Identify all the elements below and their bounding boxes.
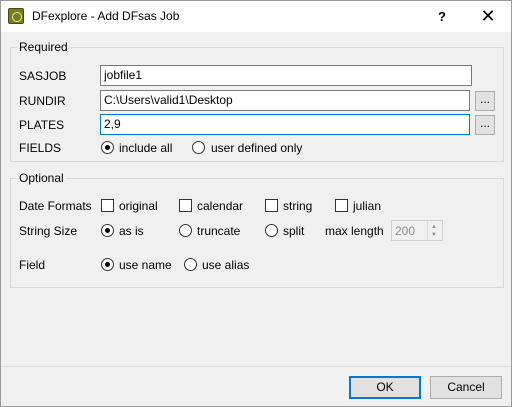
fields-label: FIELDS bbox=[19, 141, 62, 155]
date-julian-label[interactable]: julian bbox=[353, 199, 381, 213]
sasjob-input[interactable]: jobfile1 bbox=[100, 65, 472, 86]
fields-user-defined-label[interactable]: user defined only bbox=[211, 141, 302, 155]
field-label: Field bbox=[19, 258, 46, 272]
field-use-name-radio[interactable] bbox=[101, 258, 114, 271]
rundir-browse-button[interactable]: ... bbox=[475, 91, 495, 111]
fields-include-all-label[interactable]: include all bbox=[119, 141, 172, 155]
required-legend: Required bbox=[19, 40, 68, 54]
date-calendar-checkbox[interactable] bbox=[179, 199, 192, 212]
field-use-alias-radio[interactable] bbox=[184, 258, 197, 271]
cancel-button[interactable]: Cancel bbox=[430, 376, 502, 399]
close-button[interactable]: ✕ bbox=[465, 1, 511, 32]
date-string-label[interactable]: string bbox=[283, 199, 312, 213]
date-calendar-label[interactable]: calendar bbox=[197, 199, 243, 213]
field-use-name-label[interactable]: use name bbox=[119, 258, 172, 272]
string-as-is-radio[interactable] bbox=[101, 224, 114, 237]
window-title: DFexplore - Add DFsas Job bbox=[32, 9, 180, 23]
field-use-alias-label[interactable]: use alias bbox=[202, 258, 249, 272]
string-split-radio[interactable] bbox=[265, 224, 278, 237]
date-julian-checkbox[interactable] bbox=[335, 199, 348, 212]
ok-button[interactable]: OK bbox=[349, 376, 421, 399]
add-dfsas-job-dialog: DFexplore - Add DFsas Job ? ✕ Required S… bbox=[0, 0, 512, 407]
spin-down-icon[interactable]: ▼ bbox=[431, 232, 437, 238]
string-truncate-radio[interactable] bbox=[179, 224, 192, 237]
rundir-input[interactable]: C:\Users\valid1\Desktop bbox=[100, 90, 470, 111]
string-truncate-label[interactable]: truncate bbox=[197, 224, 240, 238]
footer-separator bbox=[1, 366, 511, 367]
spin-up-icon[interactable]: ▲ bbox=[431, 224, 437, 230]
sasjob-label: SASJOB bbox=[19, 69, 67, 83]
max-length-label: max length bbox=[325, 224, 384, 238]
help-button[interactable]: ? bbox=[419, 1, 465, 32]
date-original-checkbox[interactable] bbox=[101, 199, 114, 212]
fields-user-defined-radio[interactable] bbox=[192, 141, 205, 154]
spin-arrows[interactable]: ▲ ▼ bbox=[427, 221, 442, 240]
plates-input[interactable]: 2,9 bbox=[100, 114, 470, 135]
app-icon bbox=[8, 8, 24, 24]
string-size-label: String Size bbox=[19, 224, 78, 238]
title-bar: DFexplore - Add DFsas Job ? ✕ bbox=[1, 1, 511, 32]
date-string-checkbox[interactable] bbox=[265, 199, 278, 212]
date-original-label[interactable]: original bbox=[119, 199, 158, 213]
fields-include-all-radio[interactable] bbox=[101, 141, 114, 154]
plates-browse-button[interactable]: ... bbox=[475, 115, 495, 135]
optional-legend: Optional bbox=[19, 171, 64, 185]
string-as-is-label[interactable]: as is bbox=[119, 224, 144, 238]
rundir-label: RUNDIR bbox=[19, 94, 66, 108]
string-split-label[interactable]: split bbox=[283, 224, 304, 238]
max-length-value: 200 bbox=[395, 224, 416, 238]
plates-label: PLATES bbox=[19, 118, 65, 132]
date-formats-label: Date Formats bbox=[19, 199, 92, 213]
max-length-spinbox[interactable]: 200 ▲ ▼ bbox=[391, 220, 443, 241]
